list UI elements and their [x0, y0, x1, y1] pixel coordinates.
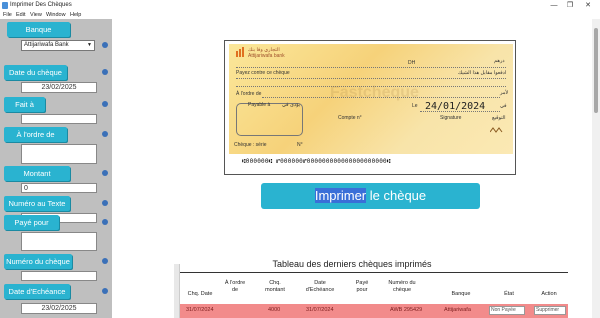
table-header-chq-date: Chq. Date: [187, 291, 213, 297]
montant-label[interactable]: Montant: [4, 166, 70, 181]
cheque-le-label: Le: [412, 103, 418, 109]
numero-texte-info-icon[interactable]: [102, 200, 108, 206]
chevron-down-icon: ▼: [87, 42, 92, 48]
maximize-button[interactable]: ❐: [564, 1, 576, 10]
date-echeance-field[interactable]: 23/02/2025: [21, 303, 97, 314]
numero-cheque-info-icon[interactable]: [102, 258, 108, 264]
date-cheque-field[interactable]: 23/02/2025: [21, 82, 97, 93]
cheque-serie-label: Chèque : série: [234, 142, 267, 148]
cheque-signature-arabic: التوقيع: [492, 115, 506, 121]
date-cheque-label[interactable]: Date du chèque: [4, 65, 67, 80]
cheque-emblem-icon: [490, 127, 503, 133]
cheque-pay-arabic: ادفعوا مقابل هذا الشيك: [458, 70, 507, 76]
menu-edit[interactable]: Edit: [16, 12, 25, 18]
table-header-montant: Chq. montant: [265, 280, 285, 293]
menu-bar: File Edit View Window Help: [0, 11, 600, 19]
menu-view[interactable]: View: [30, 12, 42, 18]
cheque-line: [236, 67, 506, 68]
etat-select[interactable]: Non Payée: [489, 306, 525, 315]
bank-logo-icon: [236, 47, 244, 57]
menu-file[interactable]: File: [3, 12, 12, 18]
table-divider: [180, 272, 568, 273]
cheque-line: [420, 111, 500, 112]
numero-cheque-field[interactable]: [21, 271, 97, 281]
ordre-field[interactable]: [21, 144, 97, 164]
date-cheque-info-icon[interactable]: [102, 69, 108, 75]
menu-help[interactable]: Help: [70, 12, 81, 18]
cheque-payable-arabic: يؤدى في: [282, 102, 301, 108]
cheque-compte-label: Compte n°: [338, 115, 362, 121]
table-header-numero: Numéro du chèque: [388, 280, 416, 293]
cheque-dh-label: DH: [408, 60, 416, 66]
date-echeance-label[interactable]: Date d'Echéance: [4, 284, 70, 299]
paye-pour-label[interactable]: Payé pour: [4, 215, 59, 230]
banque-select[interactable]: Attijariwafa Bank ▼: [21, 40, 95, 51]
print-button-highlight: Imprimer: [314, 188, 367, 203]
cheque-bank-name: Attijariwafa bank: [248, 53, 285, 59]
cheque-watermark: Fastcheque: [330, 84, 419, 101]
cell-montant: 4000: [268, 307, 281, 313]
print-button-text: le chèque: [366, 188, 427, 203]
print-cheque-button[interactable]: Imprimer le chèque: [261, 183, 480, 209]
numero-cheque-label[interactable]: Numéro du chèque: [4, 254, 72, 269]
paye-pour-field[interactable]: [21, 232, 97, 251]
cheque-line: [236, 78, 506, 79]
fait-a-label[interactable]: Fait à: [4, 97, 45, 112]
table-header-etat: État: [504, 291, 514, 297]
cheque-order-label: À l'ordre de: [236, 91, 262, 97]
cheque-no-label: N°: [297, 142, 303, 148]
cell-banque: Attijariwafa: [444, 307, 471, 313]
table-title: Tableau des derniers chèques imprimés: [272, 259, 432, 269]
montant-info-icon[interactable]: [102, 170, 108, 176]
cell-chq-date: 31/07/2024: [186, 307, 214, 313]
montant-field[interactable]: 0: [21, 183, 97, 193]
window-title: Imprimer Des Chèques: [10, 2, 72, 8]
ordre-info-icon[interactable]: [102, 131, 108, 137]
numero-texte-label[interactable]: Numéro au Texte: [4, 196, 70, 211]
menu-window[interactable]: Window: [46, 12, 66, 18]
paye-pour-info-icon[interactable]: [102, 219, 108, 225]
ordre-label[interactable]: À l'ordre de: [4, 127, 67, 142]
cheque-order-arabic: لأمر: [500, 90, 509, 96]
table-header-banque: Banque: [451, 291, 471, 297]
banque-info-icon[interactable]: [102, 42, 108, 48]
cell-echeance: 31/07/2024: [306, 307, 334, 313]
cheque-payable-label: Payable à: [248, 102, 271, 108]
delete-button[interactable]: Supprimer: [534, 306, 566, 315]
minimize-button[interactable]: —: [548, 1, 560, 10]
date-echeance-info-icon[interactable]: [102, 288, 108, 294]
cheque-le-arabic: في: [500, 103, 507, 109]
cheque-pay-label: Payez contre ce chèque: [236, 70, 290, 76]
cheque-dh-arabic: درهم: [494, 58, 505, 64]
table-header-ordre: À l'ordre de: [224, 280, 246, 293]
cheque-signature-label: Signature: [440, 115, 462, 121]
table-header-echeance: Date d'Echéance: [305, 280, 335, 293]
cell-numero: AWB 295429: [390, 307, 423, 313]
banque-label[interactable]: Banque: [7, 22, 70, 37]
cheque-micr-line: ⑆000000⑆ ⑈000000⑈000000000000000000000⑆: [242, 158, 391, 165]
app-icon: [2, 2, 8, 9]
fait-a-field[interactable]: [21, 114, 97, 124]
close-button[interactable]: ✕: [582, 1, 594, 10]
table-header-action: Action: [541, 291, 557, 297]
scrollbar-thumb[interactable]: [594, 28, 598, 113]
table-header-paye-pour: Payé pour: [355, 280, 369, 293]
fait-a-info-icon[interactable]: [102, 101, 108, 107]
title-bar: Imprimer Des Chèques — ❐ ✕: [0, 0, 600, 11]
